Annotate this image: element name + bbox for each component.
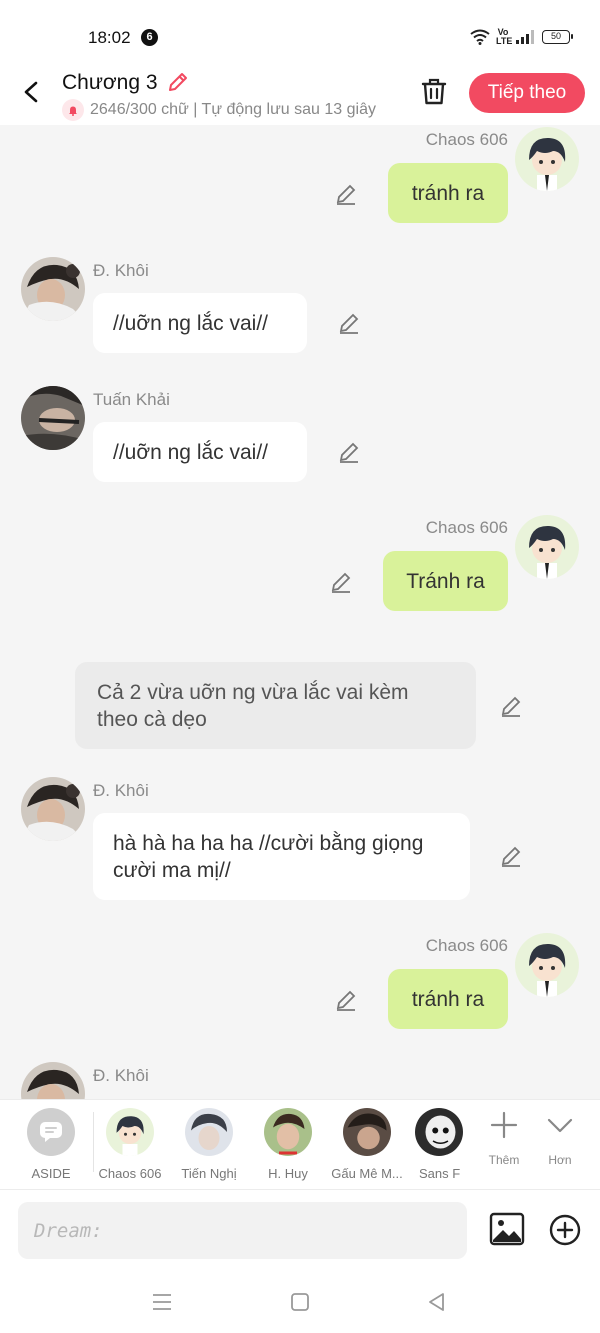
edit-message-icon[interactable]: [337, 440, 361, 464]
signal-icon: [516, 30, 534, 44]
dream-input[interactable]: [18, 1202, 467, 1259]
tool-label: Hơn: [548, 1153, 572, 1167]
character-aside[interactable]: ASIDE: [12, 1108, 90, 1181]
edit-message-icon[interactable]: [499, 844, 523, 868]
edit-message-icon[interactable]: [337, 311, 361, 335]
battery-icon: 50: [542, 30, 573, 44]
edit-message-icon[interactable]: [334, 988, 358, 1012]
chevron-down-icon: [547, 1118, 573, 1133]
trash-icon[interactable]: [419, 76, 449, 108]
character-name: Chaos 606: [98, 1166, 162, 1181]
edit-title-icon[interactable]: [166, 70, 190, 94]
character-name: Tiến Nghị: [181, 1166, 237, 1181]
character-name: ASIDE: [31, 1166, 71, 1181]
chapter-title[interactable]: Chương 3: [62, 71, 158, 95]
character-avatar: [106, 1108, 154, 1156]
message-bubble[interactable]: //uỡn ng lắc vai//: [93, 293, 307, 353]
sender-name: Chaos 606: [425, 518, 508, 537]
character-tien-nghi[interactable]: Tiến Nghị: [170, 1108, 248, 1181]
next-chapter-button[interactable]: Tiếp theo: [469, 73, 585, 113]
character-selector-bar: ASIDE Chaos 606 Tiến Nghị H. Huy Gấu Mê …: [0, 1099, 600, 1189]
avatar-tuan-khai[interactable]: [21, 386, 85, 450]
avatar-chaos-606[interactable]: [515, 515, 579, 579]
edit-message-icon[interactable]: [329, 570, 353, 594]
plus-icon: [490, 1111, 518, 1139]
status-time: 18:02: [88, 28, 131, 47]
message-bubble[interactable]: Tránh ra: [383, 551, 508, 611]
wifi-icon: [470, 29, 490, 45]
collapse-characters-button[interactable]: Hơn: [535, 1110, 585, 1167]
sender-name: Đ. Khôi: [93, 1066, 149, 1085]
sender-name: Đ. Khôi: [93, 781, 149, 800]
avatar-d-khoi[interactable]: [21, 777, 85, 841]
avatar-chaos-606[interactable]: [515, 127, 579, 191]
back-arrow-icon[interactable]: [18, 78, 46, 106]
add-circle-icon[interactable]: [549, 1214, 581, 1246]
status-bar: 18:02 6 Vo LTE 50: [0, 0, 600, 70]
volte-icon: Vo LTE: [496, 27, 513, 46]
back-triangle-icon[interactable]: [426, 1291, 448, 1313]
sender-name: Chaos 606: [425, 936, 508, 955]
character-avatar: [185, 1108, 233, 1156]
tool-label: Thêm: [488, 1153, 520, 1167]
character-avatar: [343, 1108, 391, 1156]
character-gau-me-m[interactable]: Gấu Mê M...: [328, 1108, 406, 1181]
avatar-d-khoi[interactable]: [21, 257, 85, 321]
message-bubble[interactable]: //uỡn ng lắc vai//: [93, 422, 307, 482]
character-avatar: [264, 1108, 312, 1156]
character-name: H. Huy: [268, 1166, 308, 1181]
bell-icon: [62, 99, 84, 121]
character-name: Gấu Mê M...: [331, 1166, 403, 1181]
chapter-header: Chương 3 2646/300 chữ | Tự động lưu sau …: [0, 70, 600, 125]
status-icons: Vo LTE 50: [470, 27, 573, 46]
avatar-d-khoi[interactable]: [21, 1062, 85, 1099]
avatar-chaos-606[interactable]: [515, 933, 579, 997]
aside-icon: [27, 1108, 75, 1156]
home-square-icon[interactable]: [289, 1291, 311, 1313]
sender-name: Tuấn Khải: [93, 390, 170, 409]
character-chaos-606[interactable]: Chaos 606: [91, 1108, 169, 1181]
system-nav-bar: [0, 1269, 600, 1333]
message-bubble[interactable]: hà hà ha ha ha //cười bằng giọng cười ma…: [93, 813, 470, 900]
image-upload-icon[interactable]: [489, 1212, 525, 1246]
message-bubble[interactable]: tránh ra: [388, 163, 508, 223]
notification-count-badge: 6: [141, 29, 158, 46]
message-input-bar: [0, 1189, 600, 1269]
edit-message-icon[interactable]: [334, 182, 358, 206]
sender-name: Đ. Khôi: [93, 261, 149, 280]
narration-bubble[interactable]: Cả 2 vừa uỡn ng vừa lắc vai kèm theo cà …: [75, 662, 476, 749]
add-character-button[interactable]: Thêm: [479, 1110, 529, 1167]
character-h-huy[interactable]: H. Huy: [249, 1108, 327, 1181]
character-name: Sans F: [419, 1166, 461, 1181]
chat-area[interactable]: Chaos 606 tránh ra Đ. Khôi //uỡn ng lắc …: [0, 125, 600, 1099]
edit-message-icon[interactable]: [499, 694, 523, 718]
sender-name: Chaos 606: [425, 130, 508, 149]
menu-icon[interactable]: [151, 1291, 173, 1313]
word-count-autosave: 2646/300 chữ | Tự động lưu sau 13 giây: [62, 99, 398, 121]
message-bubble[interactable]: tránh ra: [388, 969, 508, 1029]
character-avatar: [415, 1108, 463, 1156]
subtitle-text: 2646/300 chữ | Tự động lưu sau 13 giây: [90, 101, 376, 118]
character-sans-f[interactable]: Sans F: [407, 1108, 471, 1181]
